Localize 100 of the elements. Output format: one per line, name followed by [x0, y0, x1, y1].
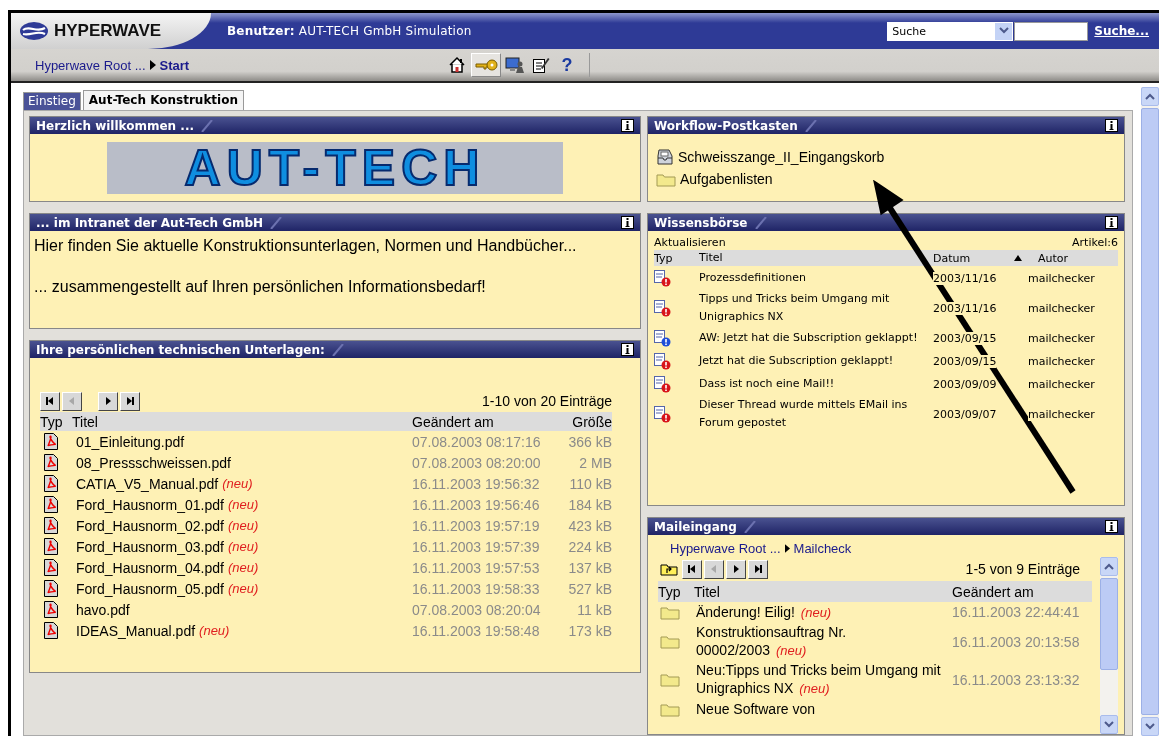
- table-cell-text: 137 kB: [567, 559, 612, 576]
- article-count: Artikel:6: [1072, 236, 1118, 250]
- new-label: (neu): [199, 623, 230, 638]
- next-page-button[interactable]: [726, 559, 746, 579]
- workflow-link[interactable]: Schweisszange_II_Eingangskorb: [678, 149, 885, 165]
- folder-icon: [660, 634, 680, 649]
- key-button[interactable]: [471, 53, 501, 77]
- table-cell-text: 16.11.2003 19:56:46: [412, 496, 541, 513]
- column-header[interactable]: Geändert am: [952, 583, 1092, 600]
- file-link[interactable]: Ford_Hausnorm_01.pdf: [76, 496, 224, 513]
- table-cell-text: 07.08.2003 08:20:00: [412, 454, 542, 471]
- table-cell-text: 173 kB: [567, 622, 612, 639]
- column-header[interactable]: Typ: [654, 251, 699, 265]
- file-link[interactable]: Ford_Hausnorm_05.pdf: [76, 580, 224, 597]
- pdf-file-icon: [44, 496, 58, 513]
- table-cell-text: 11 kB: [576, 601, 612, 618]
- search-field[interactable]: [1014, 21, 1089, 41]
- breadcrumb-link[interactable]: Start: [159, 57, 190, 73]
- user-info: Benutzer: AUT-TECH GmbH Simulation: [227, 24, 472, 38]
- document-question-icon: [654, 299, 671, 317]
- pdf-file-icon: [44, 538, 58, 555]
- file-link[interactable]: CATIA_V5_Manual.pdf: [76, 475, 219, 492]
- help-button[interactable]: ?: [555, 53, 579, 77]
- chevron-down-icon: [998, 27, 1009, 35]
- mail-link[interactable]: Änderung! Eilig! (neu): [696, 602, 952, 622]
- pdf-file-icon: [44, 559, 58, 576]
- logo-text: HYPERWAVE: [54, 21, 162, 41]
- info-icon[interactable]: [1105, 216, 1118, 229]
- slash-icon: [200, 119, 214, 132]
- next-page-button[interactable]: [98, 391, 118, 411]
- slash-icon: [742, 520, 757, 533]
- panel-title: Workflow-Postkasten: [654, 118, 798, 133]
- new-label: (neu): [227, 518, 259, 533]
- search-scope-dropdown[interactable]: Suche: [887, 21, 1014, 41]
- info-icon[interactable]: [1105, 119, 1118, 132]
- first-page-button[interactable]: [682, 559, 702, 579]
- info-icon[interactable]: [1105, 520, 1118, 533]
- slash-icon: [753, 216, 768, 229]
- file-link[interactable]: IDEAS_Manual.pdf: [76, 622, 196, 639]
- info-icon[interactable]: [621, 343, 634, 356]
- info-icon[interactable]: [621, 119, 634, 132]
- document-question-icon: [654, 269, 671, 287]
- column-header[interactable]: Titel: [699, 249, 925, 267]
- column-header[interactable]: Datum: [933, 251, 1028, 265]
- refresh-link[interactable]: Aktualisieren: [654, 236, 726, 250]
- inbox-tray-icon: [656, 149, 674, 165]
- chevron-down-icon: [1104, 721, 1114, 728]
- search-link[interactable]: Suche...: [1094, 24, 1149, 38]
- column-header[interactable]: Titel: [72, 413, 412, 430]
- column-header[interactable]: Typ: [40, 413, 72, 430]
- workflow-link[interactable]: Aufgabenlisten: [680, 171, 773, 187]
- folder-icon: [660, 672, 680, 687]
- mail-link[interactable]: Neue Software von: [696, 700, 1092, 718]
- table-cell-text: 110 kB: [568, 475, 612, 492]
- breadcrumb-link[interactable]: Mailcheck: [793, 540, 852, 556]
- column-header[interactable]: Größe: [552, 413, 612, 430]
- table-cell: mailchecker: [1028, 331, 1095, 345]
- table-cell: 2003/11/16: [933, 271, 997, 285]
- file-link[interactable]: havo.pdf: [76, 601, 130, 618]
- column-header[interactable]: Titel: [694, 582, 952, 601]
- breadcrumb-link[interactable]: Hyperwave Root ...: [35, 57, 146, 73]
- table-cell-text: 16.11.2003 20:13:58: [952, 633, 1081, 650]
- table-cell-text: 2 MB: [578, 454, 612, 471]
- mail-link[interactable]: Konstruktionsauftrag Nr. 00002/2003 (neu): [696, 623, 952, 660]
- file-link[interactable]: Ford_Hausnorm_03.pdf: [76, 538, 224, 555]
- table-cell-text: 07.08.2003 08:17:16: [412, 433, 542, 450]
- table-cell: 2003/09/09: [933, 377, 997, 391]
- slash-icon: [269, 216, 284, 229]
- last-page-button[interactable]: [120, 391, 140, 411]
- folder-icon: [660, 701, 680, 717]
- breadcrumb-link[interactable]: Hyperwave Root ...: [670, 540, 781, 556]
- page-scrollbar[interactable]: [1141, 87, 1159, 736]
- panel-title: Ihre persönlichen technischen Unterlagen:: [36, 342, 325, 357]
- entry-count: 1-5 von 9 Einträge: [965, 561, 1080, 577]
- mail-link[interactable]: Neu:Tipps und Tricks beim Umgang mit Unigraphics NX (neu): [696, 661, 952, 698]
- file-link[interactable]: Ford_Hausnorm_02.pdf: [76, 517, 224, 534]
- file-link[interactable]: 01_Einleitung.pdf: [76, 433, 185, 450]
- welcome-text: Hier finden Sie aktuelle Konstruktionsunterlagen, Normen und Handbücher...: [34, 236, 578, 256]
- first-page-button[interactable]: [40, 391, 60, 411]
- tab[interactable]: Aut-Tech Konstruktion: [82, 90, 244, 110]
- column-header[interactable]: Typ: [658, 583, 694, 600]
- file-link[interactable]: 08_Pressschweissen.pdf: [76, 454, 231, 471]
- tab[interactable]: Einstieg: [23, 92, 81, 110]
- wave-logo-icon: [19, 21, 49, 41]
- table-cell-text: 16.11.2003 22:44:41: [952, 604, 1081, 620]
- company-logo: AUT-TECH: [107, 141, 563, 194]
- column-header[interactable]: Geändert am: [412, 413, 552, 430]
- panel-title: Maileingang: [654, 519, 737, 534]
- document-info-icon: [654, 329, 671, 347]
- scrollbar[interactable]: [1100, 557, 1118, 734]
- skip-back-icon: [686, 563, 698, 575]
- chevron-down-icon: [1145, 723, 1155, 730]
- column-header[interactable]: Autor: [1038, 251, 1118, 265]
- folder-up-icon: [660, 562, 678, 576]
- file-link[interactable]: Ford_Hausnorm_04.pdf: [76, 559, 224, 576]
- last-page-button[interactable]: [748, 559, 768, 579]
- info-icon[interactable]: [621, 216, 634, 229]
- breadcrumb-arrow-icon: [149, 60, 156, 70]
- chevron-up-icon: [1145, 93, 1155, 100]
- table-cell: mailchecker: [1028, 271, 1095, 285]
